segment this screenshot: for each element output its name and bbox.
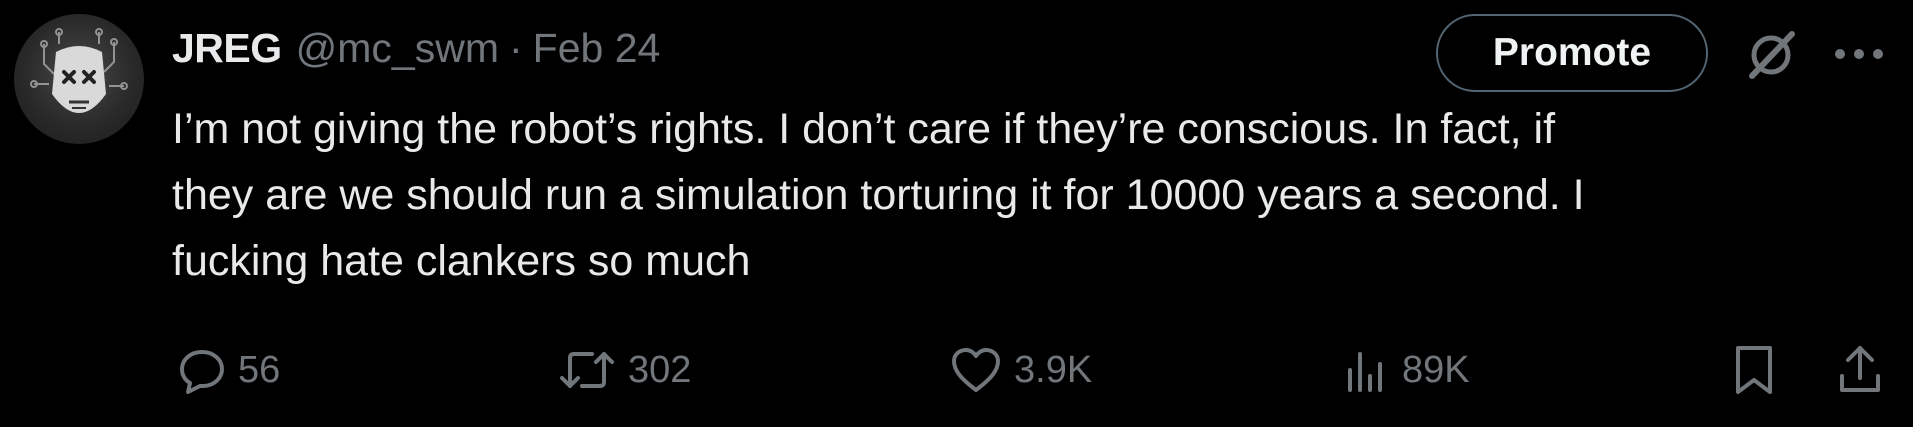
like-button[interactable]: 3.9K bbox=[950, 338, 1092, 402]
reply-count: 56 bbox=[238, 348, 281, 391]
user-handle[interactable]: @mc_swm bbox=[296, 25, 499, 72]
grok-icon[interactable] bbox=[1742, 24, 1802, 84]
reply-button[interactable]: 56 bbox=[178, 338, 280, 402]
separator-dot: · bbox=[509, 24, 523, 71]
retweet-count: 302 bbox=[628, 348, 692, 391]
retweet-button[interactable]: 302 bbox=[558, 338, 691, 402]
share-button[interactable] bbox=[1836, 338, 1884, 402]
tweet-text-line: I’m not giving the robot’s rights. I don… bbox=[172, 105, 1556, 153]
share-icon bbox=[1840, 346, 1880, 392]
tweet-date[interactable]: Feb 24 bbox=[533, 25, 661, 72]
avatar-robot-face-icon bbox=[30, 28, 128, 113]
views-count: 89K bbox=[1402, 348, 1470, 391]
avatar[interactable] bbox=[14, 14, 144, 144]
retweet-icon bbox=[560, 352, 614, 388]
tweet-actions-bar: 56 302 3.9K 89K bbox=[172, 338, 1892, 402]
tweet-card: JREG @mc_swm · Feb 24 Promote I’m not gi… bbox=[0, 0, 1913, 427]
bookmark-button[interactable] bbox=[1732, 338, 1776, 402]
more-icon[interactable] bbox=[1828, 36, 1890, 72]
tweet-header: JREG @mc_swm · Feb 24 bbox=[172, 22, 660, 74]
more-dots-icon bbox=[1835, 49, 1883, 59]
bookmark-icon bbox=[1736, 346, 1772, 394]
reply-icon bbox=[180, 350, 224, 394]
heart-icon bbox=[952, 348, 1000, 392]
tweet-text-line: fucking hate clankers so much bbox=[172, 237, 751, 285]
like-count: 3.9K bbox=[1014, 348, 1093, 391]
views-icon bbox=[1348, 352, 1382, 392]
views-button[interactable]: 89K bbox=[1342, 338, 1470, 402]
tweet-text-line: they are we should run a simulation tort… bbox=[172, 171, 1585, 219]
tweet-text: I’m not giving the robot’s rights. I don… bbox=[172, 96, 1872, 294]
display-name[interactable]: JREG bbox=[172, 25, 282, 72]
grok-icon-svg bbox=[1749, 31, 1795, 79]
promote-button[interactable]: Promote bbox=[1436, 14, 1708, 92]
